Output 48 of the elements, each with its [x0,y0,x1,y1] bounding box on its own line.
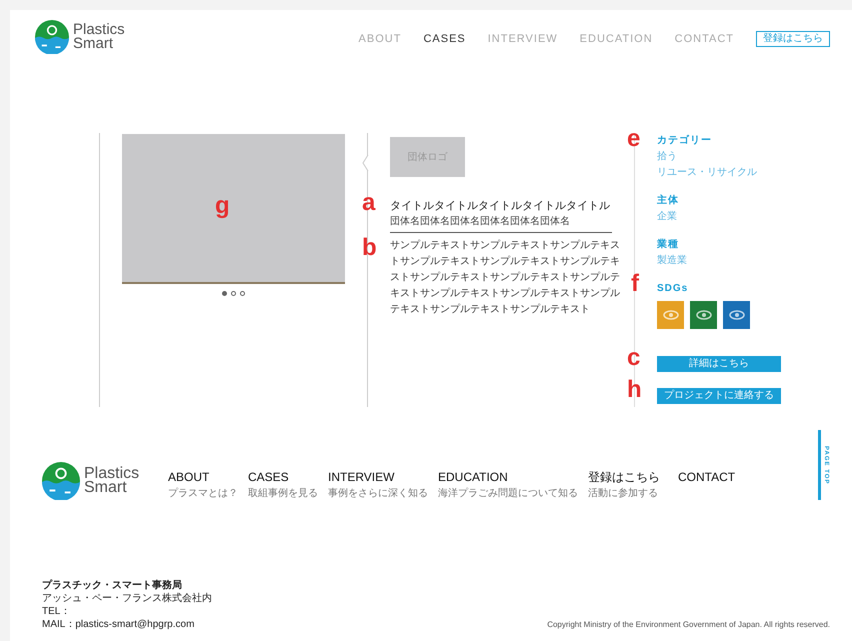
annotation-marker: h [627,380,642,400]
annotation-marker: b [362,238,377,258]
annotation-marker: c [627,348,640,368]
annotation-marker: f [631,274,639,294]
nav-link[interactable]: ABOUT [358,31,402,48]
footer-nav-caption: 取組事例を見る [248,488,319,500]
footer-nav-caption: プラスマとは？ [168,488,239,500]
category-item: 企業 [657,210,678,224]
logo-text: Plastics [73,23,125,37]
organization-name: 団体名団体名団体名団体名団体名団体名 [390,215,571,228]
logo-icon [35,20,69,54]
detail-button[interactable]: 詳細はこちら [657,356,781,372]
footer-nav-link[interactable]: EDUCATION [438,470,588,484]
footer-nav-caption: 海洋プラごみ問題について知る [438,488,579,500]
category-item: 製造業 [657,254,688,268]
nav-link[interactable]: INTERVIEW [488,31,558,48]
footer-nav-link[interactable]: CASES [248,470,328,484]
logo-icon [42,462,80,500]
copyright-text: Copyright Ministry of the Environment Government of Japan. All rights reserved. [547,619,830,631]
nav-link[interactable]: EDUCATION [580,31,653,48]
annotation-marker: e [627,129,640,149]
footer-nav-caption: 事例をさらに深く知る [328,488,429,500]
annotation-marker: a [362,193,376,213]
logo-text: Plastics [84,467,140,481]
footer-nav-link[interactable]: 登録はこちら [588,470,678,484]
category-heading: 主体 [657,194,680,208]
nav-link[interactable]: CONTACT [674,31,734,48]
sdgs-heading: SDGs [657,282,690,296]
nav-link[interactable]: CASES [423,31,466,48]
category-heading: カテゴリー [657,134,713,148]
footer-nav-link[interactable]: INTERVIEW [328,470,438,484]
category-item: リユース・リサイクル [657,166,758,180]
category-item: 拾う [657,150,678,164]
office-info: プラスチック・スマート事務局 [42,579,183,592]
detail-button[interactable]: プロジェクトに連絡する [657,388,781,404]
body-text: サンプルテキストサンプルテキストサンプルテキストサンプルテキストサンプルテキストサンプルテキストサンプルテキストサンプルテキストサンプルテキストサンプルテキストサンプルテキストサンプルテキストサンプルテキストサンプルテキスト [390,238,621,317]
footer-nav-link[interactable]: ABOUT [168,470,248,484]
logo-text: Smart [73,37,114,51]
footer-nav-caption: 活動に参加する [588,488,659,500]
logo-text: Smart [84,481,128,495]
annotation-marker: g [215,196,230,216]
category-heading: 業種 [657,238,680,252]
case-title: タイトルタイトルタイトルタイトルタイトル [390,199,611,213]
register-button[interactable]: 登録はこちら [756,31,830,48]
office-info: TEL： [42,605,72,618]
footer-nav-link[interactable]: CONTACT [678,470,768,484]
office-info: アッシュ・ペー・フランス株式会社内 [42,592,212,605]
office-info: MAIL：plastics-smart@hpgrp.com [42,618,196,631]
